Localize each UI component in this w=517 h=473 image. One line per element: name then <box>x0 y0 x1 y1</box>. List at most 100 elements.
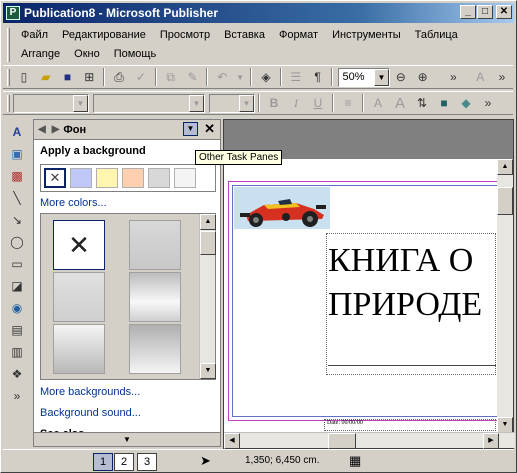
toolbar-options-icon[interactable]: » <box>480 95 496 111</box>
swatch-color[interactable] <box>70 168 92 188</box>
toolbar-options-icon[interactable]: » <box>494 69 510 85</box>
menu-grip[interactable] <box>7 28 10 62</box>
menu-table[interactable]: Таблица <box>415 29 458 41</box>
scroll-right-icon[interactable]: ▶ <box>483 433 499 449</box>
hot-spot-icon[interactable]: ◉ <box>9 300 25 316</box>
gallery-item-gradient[interactable] <box>129 324 181 374</box>
menu-edit[interactable]: Редактирование <box>62 29 146 41</box>
menu-file[interactable]: Файл <box>21 29 48 41</box>
menu-view[interactable]: Просмотр <box>160 29 210 41</box>
menu-help[interactable]: Помощь <box>114 48 157 60</box>
forward-icon[interactable]: ▶ <box>52 124 60 135</box>
page-tab-1[interactable]: 1 <box>93 453 113 471</box>
scroll-down-icon[interactable]: ▼ <box>200 363 216 379</box>
save-icon[interactable]: ■ <box>60 69 76 85</box>
chevron-down-icon[interactable]: ▼ <box>239 94 254 112</box>
undo-dropdown-icon[interactable]: ▼ <box>236 69 244 85</box>
align-icon[interactable]: ≡ <box>340 95 356 111</box>
toolbar-options-icon[interactable]: » <box>9 388 25 404</box>
zoom-in-icon[interactable]: ⊕ <box>415 69 431 85</box>
more-colors-link[interactable]: More colors... <box>40 197 107 209</box>
zoom-out-icon[interactable]: ⊖ <box>393 69 409 85</box>
scroll-left-icon[interactable]: ◀ <box>224 433 240 449</box>
menu-tools[interactable]: Инструменты <box>332 29 401 41</box>
chevron-down-icon[interactable]: ▼ <box>373 68 389 86</box>
swatch-color[interactable] <box>174 168 196 188</box>
picture-frame-icon[interactable]: ▣ <box>9 146 25 162</box>
maximize-button[interactable]: □ <box>477 5 493 19</box>
scroll-thumb[interactable] <box>328 433 356 449</box>
page-tab-3[interactable]: 3 <box>137 453 157 471</box>
race-car-picture[interactable] <box>234 187 330 229</box>
scroll-up-icon[interactable]: ▲ <box>497 159 513 175</box>
horizontal-scrollbar[interactable]: ◀ ▶ <box>224 432 515 449</box>
print-icon[interactable]: ⎙ <box>111 69 127 85</box>
italic-icon[interactable]: I <box>288 95 304 111</box>
task-pane-scroll-down[interactable]: ▼ <box>34 432 220 446</box>
spelling-icon[interactable]: ✓ <box>133 69 149 85</box>
line-icon[interactable]: ╲ <box>9 190 25 206</box>
menu-insert[interactable]: Вставка <box>224 29 265 41</box>
close-icon[interactable]: ✕ <box>204 122 215 136</box>
zoom-select[interactable]: 50% ▼ <box>338 67 390 87</box>
vertical-scrollbar[interactable]: ▲ ▼ <box>497 159 513 433</box>
line-spacing-icon[interactable]: ⇅ <box>414 95 430 111</box>
autoshapes-icon[interactable]: ◪ <box>9 278 25 294</box>
gallery-item-gradient[interactable] <box>53 272 105 322</box>
gallery-scrollbar[interactable]: ▲ ▼ <box>199 214 216 379</box>
scroll-thumb[interactable] <box>497 187 513 215</box>
form-control-icon[interactable]: ▤ <box>9 322 25 338</box>
swatch-color[interactable] <box>122 168 144 188</box>
minimize-button[interactable]: _ <box>460 5 476 19</box>
headline-text[interactable]: КНИГА О ПРИРОДЕ <box>328 239 482 327</box>
chevron-down-icon[interactable]: ▼ <box>189 94 204 112</box>
toolbar-grip[interactable] <box>7 69 10 86</box>
text-box-icon[interactable]: A <box>9 124 25 140</box>
more-backgrounds-link[interactable]: More backgrounds... <box>40 386 140 398</box>
back-icon[interactable]: ◀ <box>38 124 46 135</box>
style-select[interactable]: ▼ <box>13 93 89 113</box>
swatch-color[interactable] <box>148 168 170 188</box>
new-icon[interactable]: ▯ <box>16 69 32 85</box>
swatch-color[interactable] <box>96 168 118 188</box>
scroll-up-icon[interactable]: ▲ <box>200 214 216 230</box>
paragraph-icon[interactable]: ¶ <box>310 69 326 85</box>
font-color-icon[interactable]: A <box>472 69 488 85</box>
publisher-icon[interactable]: P <box>6 6 20 20</box>
undo-icon[interactable]: ↶ <box>214 69 230 85</box>
scroll-thumb[interactable] <box>200 231 216 255</box>
swatch-no-fill[interactable]: ✕ <box>44 168 66 188</box>
clip-art-icon[interactable]: ▩ <box>9 168 25 184</box>
gallery-item-gradient[interactable] <box>129 272 181 322</box>
scroll-down-icon[interactable]: ▼ <box>497 417 513 433</box>
title-bar[interactable]: P Publication8 - Microsoft Publisher _ □… <box>3 3 514 23</box>
format-painter-icon[interactable]: ✎ <box>185 69 201 85</box>
oval-icon[interactable]: ◯ <box>9 234 25 250</box>
gallery-item-gradient[interactable] <box>129 220 181 270</box>
search-file-icon[interactable]: ⊞ <box>81 69 97 85</box>
font-size-select[interactable]: ▼ <box>209 93 255 113</box>
chevron-down-icon[interactable]: ▼ <box>73 94 88 112</box>
shrink-font-icon[interactable]: A <box>370 95 386 111</box>
arrow-icon[interactable]: ↘ <box>9 212 25 228</box>
toolbar-options-icon[interactable]: » <box>446 69 462 85</box>
close-button[interactable]: ✕ <box>496 5 512 19</box>
bold-icon[interactable]: B <box>266 95 282 111</box>
menu-window[interactable]: Окно <box>74 48 100 60</box>
rectangle-icon[interactable]: ▭ <box>9 256 25 272</box>
underline-icon[interactable]: U <box>310 95 326 111</box>
gallery-item-no-fill[interactable]: ✕ <box>53 220 105 270</box>
3d-icon[interactable]: ◆ <box>458 95 474 111</box>
grow-font-icon[interactable]: A <box>392 95 408 112</box>
copy-icon[interactable]: ⧉ <box>163 69 179 85</box>
columns-icon[interactable]: ☰ <box>288 69 304 85</box>
background-sound-link[interactable]: Background sound... <box>40 407 141 419</box>
page-tab-2[interactable]: 2 <box>114 453 134 471</box>
font-select[interactable]: ▼ <box>93 93 205 113</box>
gallery-item-gradient[interactable] <box>53 324 105 374</box>
design-gallery-icon[interactable]: ❖ <box>9 366 25 382</box>
menu-format[interactable]: Формат <box>279 29 318 41</box>
open-icon[interactable]: ▰ <box>38 69 54 85</box>
menu-arrange[interactable]: Arrange <box>21 48 60 60</box>
fill-color-icon[interactable]: ■ <box>436 95 452 111</box>
